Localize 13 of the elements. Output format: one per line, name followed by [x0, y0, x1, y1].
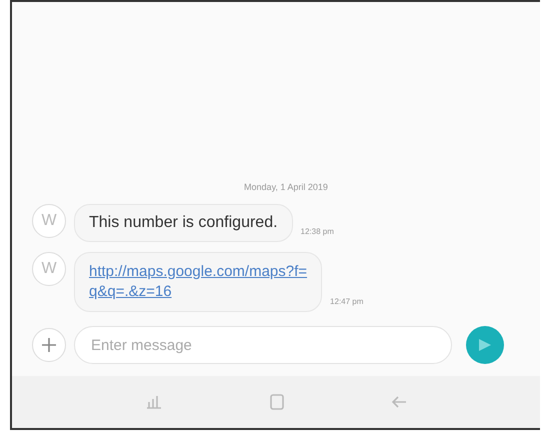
send-button[interactable] [466, 326, 504, 364]
date-header: Monday, 1 April 2019 [243, 182, 329, 192]
message-field[interactable]: Enter message [74, 326, 452, 364]
plus-icon [41, 337, 57, 353]
recent-apps-icon[interactable] [144, 393, 164, 411]
message-time: 12:47 pm [330, 297, 364, 308]
message-time: 12:38 pm [300, 226, 334, 238]
message-text: This number is configured. [89, 214, 278, 230]
message-link[interactable]: http://maps.google.com/maps?f= q&q=.&z=16 [89, 262, 308, 302]
avatar[interactable]: W [32, 204, 66, 238]
home-icon[interactable] [268, 393, 286, 411]
add-button[interactable] [32, 328, 66, 362]
avatar[interactable]: W [32, 252, 66, 286]
